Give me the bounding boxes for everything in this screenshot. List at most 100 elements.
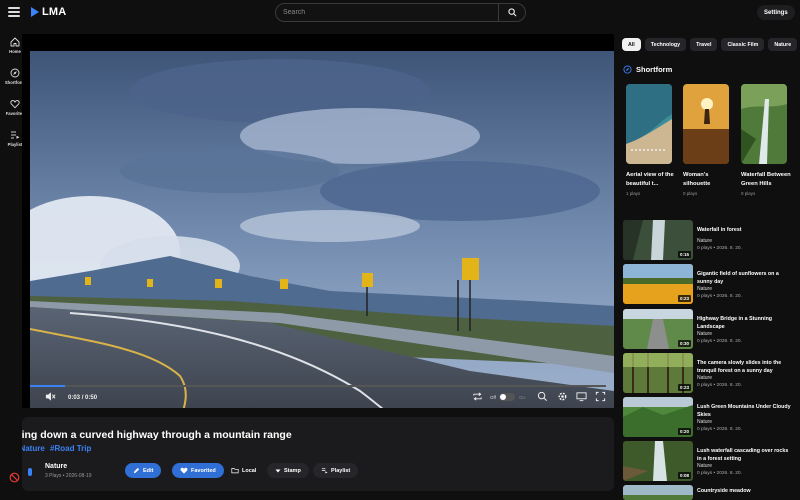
video-tags: #Nature #Road Trip [22, 444, 94, 453]
shortform-title[interactable]: Aerial view of the beautiful t... [626, 171, 676, 189]
list-item-meta: 0 plays • 2026. 8. 20. [697, 427, 742, 432]
player-controls: 0:03 / 0:50 Off On [22, 390, 614, 406]
heart-icon [180, 467, 188, 474]
video-info: Going down a curved highway through a mo… [22, 417, 614, 491]
list-item-title[interactable]: Lush Green Mountains Under Cloudy Skies [697, 403, 793, 419]
nav-label: Home [9, 49, 21, 54]
shortform-plays: 0 plays [741, 191, 756, 196]
tag-link[interactable]: #Road Trip [50, 444, 91, 453]
video-meta: 3 Plays • 2026-08-19 [45, 473, 92, 479]
video-player[interactable]: 0:03 / 0:50 Off On [22, 34, 614, 408]
video-thumbnail[interactable]: 0:23 [623, 264, 693, 304]
shortform-title: Shortform [636, 65, 673, 74]
channel-name[interactable]: Nature [45, 463, 67, 470]
list-item[interactable]: 0:23 Gigantic field of sunflowers on a s… [623, 264, 795, 304]
playlist-button[interactable]: Playlist [313, 463, 359, 478]
search-input[interactable] [276, 4, 498, 21]
search-icon [507, 8, 516, 17]
list-item[interactable]: 0:08 Lush waterfall cascading over rocks… [623, 441, 795, 481]
video-thumbnail[interactable]: 0:08 [623, 441, 693, 481]
logo[interactable]: LMA [31, 6, 66, 18]
cast-icon[interactable] [576, 391, 587, 402]
autoplay-toggle[interactable] [499, 393, 515, 401]
folder-icon [231, 468, 239, 474]
video-frame[interactable] [30, 51, 614, 408]
shortform-thumbnail[interactable] [741, 84, 787, 164]
list-item-title[interactable]: Countryside meadow [697, 487, 793, 495]
video-thumbnail[interactable]: 0:20 [623, 397, 693, 437]
settings-button[interactable]: Settings [757, 5, 795, 20]
compass-icon [623, 65, 632, 74]
list-item-meta: 0 plays • 2026. 8. 20. [697, 294, 742, 299]
list-item-title[interactable]: Gigantic field of sunflowers on a sunny … [697, 270, 793, 286]
progress-bar[interactable] [30, 385, 606, 387]
shortform-title[interactable]: Waterfall Between Green Hills [741, 171, 791, 189]
video-title: Going down a curved highway through a mo… [22, 429, 292, 441]
favorited-button[interactable]: Favorited [172, 463, 224, 478]
list-item-title[interactable]: Lush waterfall cascading over rocks in a… [697, 447, 793, 463]
list-item-channel[interactable]: Nature [697, 419, 712, 425]
duration-badge: 0:08 [677, 472, 691, 479]
repeat-icon[interactable] [472, 391, 483, 402]
search-button[interactable] [498, 4, 525, 21]
list-item-title[interactable]: Highway Bridge in a Stunning Landscape [697, 315, 793, 331]
category-chips: All Technology Travel Classic Film Natur… [622, 38, 798, 51]
list-item-channel[interactable]: Nature [697, 463, 712, 469]
progress-fill [30, 385, 65, 387]
playlist-add-icon [321, 468, 328, 474]
duration: 0:50 [85, 395, 98, 401]
mute-icon[interactable] [45, 391, 56, 402]
app-root: LMA Settings Home Shortform Favorites Pl… [0, 0, 800, 500]
menu-icon[interactable] [8, 7, 20, 17]
list-item-channel[interactable]: Nature [697, 331, 712, 337]
list-item[interactable]: Countryside meadow [623, 485, 795, 500]
duration-badge: 0:20 [677, 428, 691, 435]
playlist-icon [11, 131, 20, 139]
shortform-header: Shortform [623, 65, 672, 74]
nav-label: Playlist [7, 142, 23, 147]
video-thumbnail[interactable]: 0:23 [623, 353, 693, 393]
shortform-card[interactable]: Waterfall Between Green Hills 0 plays [741, 84, 791, 196]
current-time: 0:03 [68, 395, 81, 401]
avatar[interactable] [28, 468, 32, 476]
zoom-icon[interactable] [537, 391, 548, 402]
list-item[interactable]: 0:30 Highway Bridge in a Stunning Landsc… [623, 309, 795, 349]
chip-technology[interactable]: Technology [644, 38, 687, 51]
shortform-card[interactable]: Aerial view of the beautiful t... 1 play… [626, 84, 674, 196]
fullscreen-icon[interactable] [595, 391, 606, 402]
shortform-thumbnail[interactable] [626, 84, 672, 164]
list-item-channel[interactable]: Nature [697, 286, 712, 292]
shortform-thumbnail[interactable] [683, 84, 729, 164]
ban-icon[interactable] [9, 472, 20, 483]
duration-badge: 0:30 [677, 340, 691, 347]
video-thumbnail[interactable]: 0:15 [623, 220, 693, 260]
list-item[interactable]: 0:15 Waterfall in forest Nature 0 plays … [623, 220, 795, 260]
list-item-title[interactable]: Waterfall in forest [697, 226, 793, 234]
shortform-plays: 1 plays [626, 191, 641, 196]
chip-travel[interactable]: Travel [690, 38, 718, 51]
chip-all[interactable]: All [622, 38, 641, 51]
list-item-channel[interactable]: Nature [697, 375, 712, 381]
stamp-button[interactable]: Stamp [267, 463, 309, 478]
list-item[interactable]: 0:23 The camera slowly slides into the t… [623, 353, 795, 393]
stamp-label: Stamp [284, 467, 301, 474]
shortform-title[interactable]: Woman's silhouette walking... [683, 171, 733, 189]
time-display: 0:03 / 0:50 [68, 395, 97, 401]
chip-classic-film[interactable]: Classic Film [721, 38, 765, 51]
video-thumbnail[interactable]: 0:30 [623, 309, 693, 349]
heart-icon [10, 100, 20, 109]
shortform-card[interactable]: Woman's silhouette walking... 0 plays [683, 84, 731, 196]
playlist-label: Playlist [331, 467, 351, 474]
chip-nature[interactable]: Nature [768, 38, 798, 51]
list-item-title[interactable]: The camera slowly slides into the tranqu… [697, 359, 793, 375]
list-item-channel[interactable]: Nature [697, 238, 712, 244]
list-item-meta: 0 plays • 2026. 8. 20. [697, 246, 742, 251]
list-item[interactable]: 0:20 Lush Green Mountains Under Cloudy S… [623, 397, 795, 437]
video-thumbnail[interactable] [623, 485, 693, 500]
tag-link[interactable]: #Nature [22, 444, 45, 453]
list-item-meta: 0 plays • 2026. 8. 20. [697, 471, 742, 476]
local-button[interactable]: Local [223, 463, 264, 478]
gear-icon[interactable] [557, 391, 568, 402]
edit-button[interactable]: Edit [125, 463, 162, 478]
home-icon [10, 37, 20, 47]
